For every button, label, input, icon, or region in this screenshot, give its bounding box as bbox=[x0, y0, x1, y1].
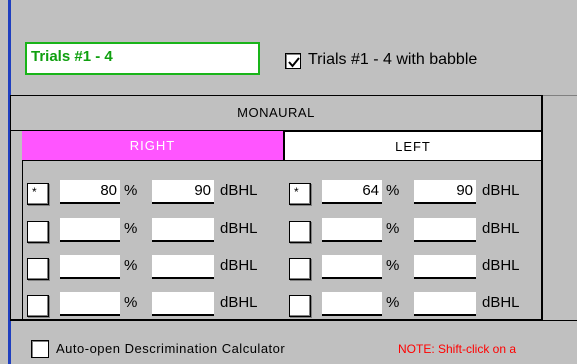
left-row-3-percent-field[interactable] bbox=[322, 255, 382, 279]
right-row-4-level-field[interactable] bbox=[152, 292, 214, 316]
auto-open-checkbox[interactable] bbox=[31, 340, 49, 358]
left-row-1-percent-field[interactable]: 64 bbox=[322, 180, 382, 204]
left-row-1-percent-unit: % bbox=[386, 182, 400, 199]
trials-name-field[interactable]: Trials #1 - 4 bbox=[25, 42, 260, 75]
left-row-3-percent-unit: % bbox=[386, 257, 400, 274]
left-row-2-percent-field[interactable] bbox=[322, 218, 382, 242]
right-row-2-level-field[interactable] bbox=[152, 218, 214, 242]
left-row-4-marker-button[interactable] bbox=[289, 295, 311, 317]
left-row-1-level-field[interactable]: 90 bbox=[414, 180, 476, 204]
tab-right-ear[interactable]: RIGHT bbox=[22, 131, 284, 161]
babble-checkbox-label: Trials #1 - 4 with babble bbox=[308, 51, 478, 68]
right-row-4-marker-button[interactable] bbox=[27, 295, 49, 317]
right-row-2-marker-button[interactable] bbox=[27, 221, 49, 243]
panel-right-divider bbox=[542, 95, 543, 320]
left-row-3-level-unit: dBHL bbox=[482, 257, 520, 274]
right-row-4-percent-field[interactable] bbox=[60, 292, 120, 316]
right-row-3-percent-unit: % bbox=[124, 257, 138, 274]
tab-left-ear[interactable]: LEFT bbox=[284, 131, 543, 161]
left-row-2-level-unit: dBHL bbox=[482, 220, 520, 237]
monaural-heading: MONAURAL bbox=[237, 105, 315, 120]
right-row-4-percent-unit: % bbox=[124, 294, 138, 311]
auto-open-label: Auto-open Descrimination Calculator bbox=[56, 341, 286, 356]
left-row-4-percent-field[interactable] bbox=[322, 292, 382, 316]
right-row-2-level-unit: dBHL bbox=[220, 220, 258, 237]
right-row-1-level-field[interactable]: 90 bbox=[152, 180, 214, 204]
babble-checkbox[interactable] bbox=[285, 53, 301, 69]
shift-click-note: NOTE: Shift-click on a bbox=[398, 342, 517, 356]
footer-divider bbox=[10, 320, 577, 321]
left-row-1-level-unit: dBHL bbox=[482, 182, 520, 199]
left-row-4-level-unit: dBHL bbox=[482, 294, 520, 311]
left-row-2-level-field[interactable] bbox=[414, 218, 476, 242]
left-row-4-level-field[interactable] bbox=[414, 292, 476, 316]
left-row-3-marker-button[interactable] bbox=[289, 258, 311, 280]
checkmark-icon bbox=[288, 57, 300, 68]
right-row-3-level-field[interactable] bbox=[152, 255, 214, 279]
right-row-3-percent-field[interactable] bbox=[60, 255, 120, 279]
left-row-3-level-field[interactable] bbox=[414, 255, 476, 279]
right-row-3-marker-button[interactable] bbox=[27, 258, 49, 280]
right-row-1-marker-button[interactable]: * bbox=[27, 183, 49, 205]
left-row-1-marker-button[interactable]: * bbox=[289, 183, 311, 205]
left-row-4-percent-unit: % bbox=[386, 294, 400, 311]
right-row-1-percent-unit: % bbox=[124, 182, 138, 199]
right-row-1-level-unit: dBHL bbox=[220, 182, 258, 199]
left-row-2-marker-button[interactable] bbox=[289, 221, 311, 243]
right-row-2-percent-field[interactable] bbox=[60, 218, 120, 242]
right-row-1-percent-field[interactable]: 80 bbox=[60, 180, 120, 204]
right-row-2-percent-unit: % bbox=[124, 220, 138, 237]
right-row-3-level-unit: dBHL bbox=[220, 257, 258, 274]
left-row-2-percent-unit: % bbox=[386, 220, 400, 237]
right-row-4-level-unit: dBHL bbox=[220, 294, 258, 311]
